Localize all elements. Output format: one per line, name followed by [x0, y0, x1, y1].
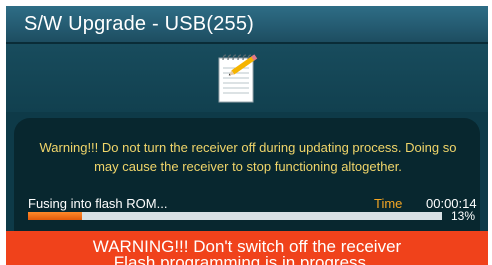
- progress-fill: [28, 212, 82, 220]
- banner-line-2: Flash programming is in progress...: [113, 253, 381, 265]
- warning-banner: WARNING!!! Don't switch off the receiver…: [6, 231, 488, 265]
- notepad-pencil-icon: [218, 54, 258, 103]
- page-title: S/W Upgrade - USB(255): [24, 13, 255, 35]
- progress-percent: 13%: [451, 209, 476, 223]
- warning-message: Warning!!! Do not turn the receiver off …: [39, 140, 457, 174]
- title-bar: S/W Upgrade - USB(255): [6, 6, 488, 44]
- icon-area: [6, 44, 488, 112]
- time-label: Time: [374, 196, 403, 211]
- upgrade-screen: S/W Upgrade - USB(255) Warning!!! Do not…: [6, 6, 488, 265]
- progress-bar: [28, 212, 442, 220]
- status-label: Fusing into flash ROM...: [28, 196, 168, 211]
